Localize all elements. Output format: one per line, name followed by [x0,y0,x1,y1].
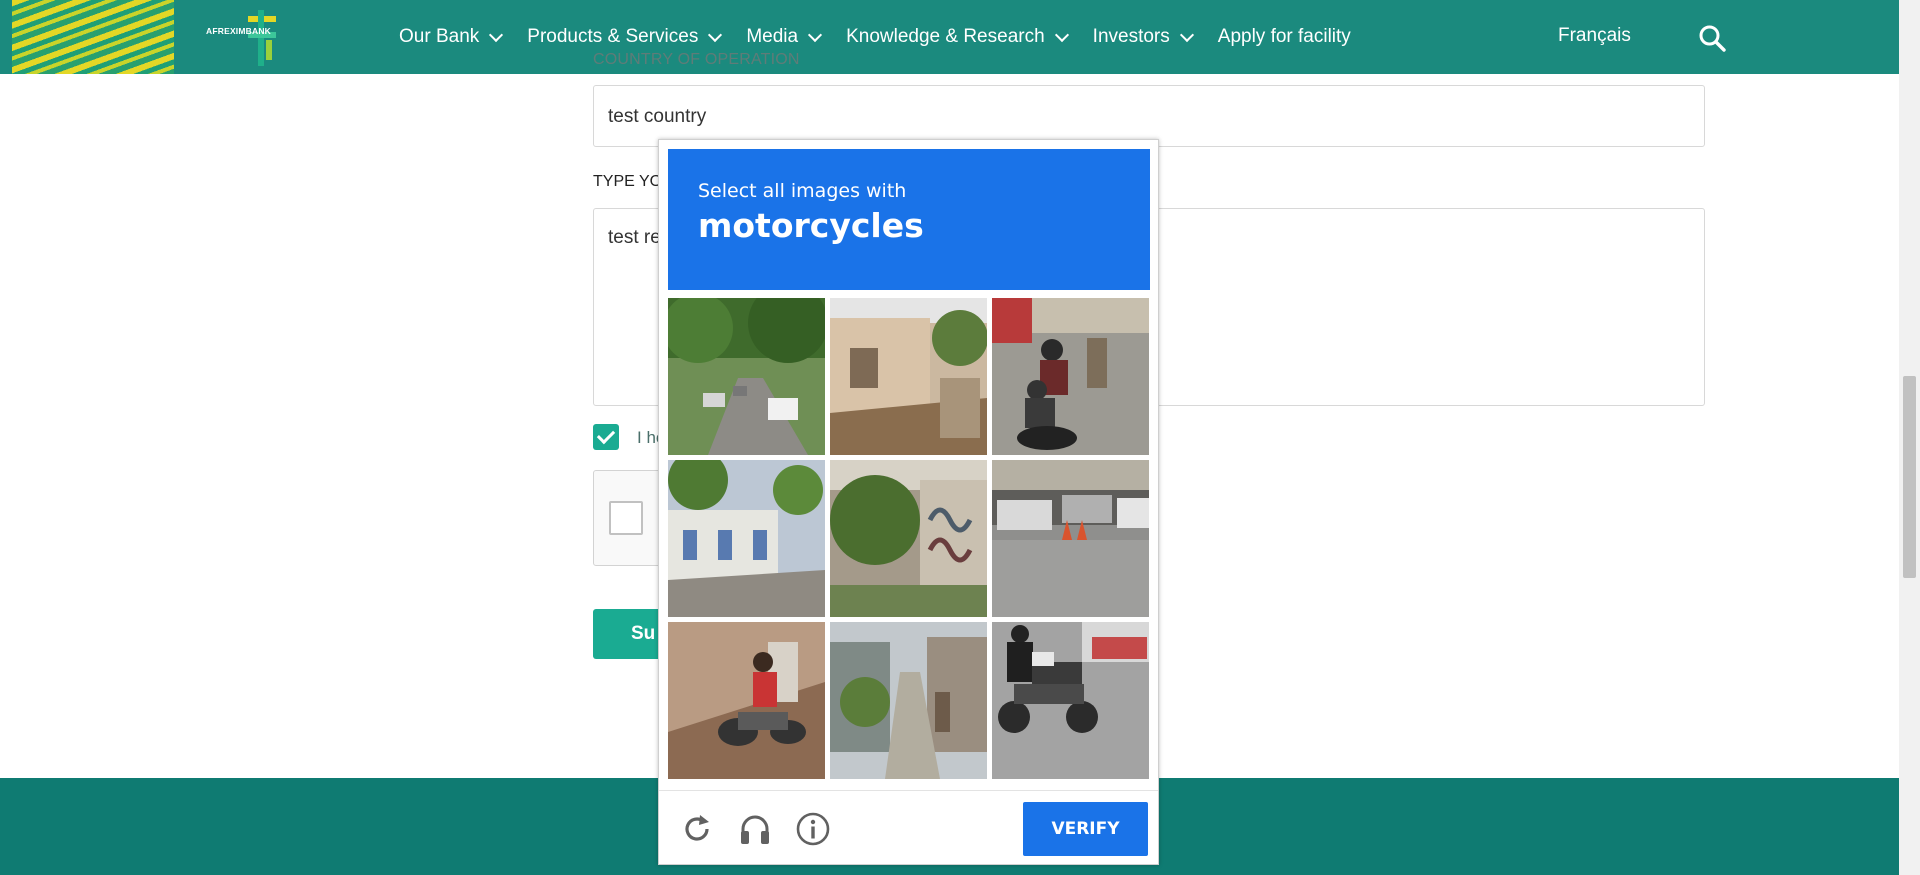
site-header: AFREXIMBANK Our Bank Products & Services… [0,0,1899,74]
nav-label: Knowledge & Research [846,26,1045,47]
agree-checkbox[interactable] [593,424,619,450]
captcha-tile-image [992,298,1149,455]
captcha-tile-image [668,622,825,779]
nav-apply-for-facility[interactable]: Apply for facility [1218,26,1351,48]
captcha-target-word: motorcycles [698,206,924,245]
logo-mark-icon [248,10,276,66]
captcha-instruction-text: Select all images with [698,180,907,202]
captcha-divider [659,790,1158,791]
captcha-tile-4[interactable] [668,460,825,617]
nav-media[interactable]: Media [746,26,823,48]
captcha-tile-9[interactable] [992,622,1149,779]
nav-label: Products & Services [527,26,699,47]
nav-label: Our Bank [399,26,480,47]
captcha-tile-2[interactable] [830,298,987,455]
reload-icon[interactable] [679,811,715,847]
scrollbar-thumb[interactable] [1903,376,1916,578]
verify-button[interactable]: VERIFY [1023,802,1148,856]
captcha-challenge: Select all images with motorcycles VERIF… [658,139,1159,865]
captcha-tile-image [668,298,825,455]
captcha-tile-image [992,622,1149,779]
captcha-tile-image [668,460,825,617]
captcha-tile-5[interactable] [830,460,987,617]
captcha-tile-3[interactable] [992,298,1149,455]
nav-knowledge-research[interactable]: Knowledge & Research [846,26,1069,48]
audio-challenge-icon[interactable] [737,811,773,847]
afreximbank-logo[interactable]: AFREXIMBANK [206,8,286,70]
chevron-down-icon [1054,27,1069,42]
nav-investors[interactable]: Investors [1092,26,1194,48]
captcha-tile-1[interactable] [668,298,825,455]
captcha-tile-7[interactable] [668,622,825,779]
chevron-down-icon [489,27,504,42]
country-input[interactable]: test country [593,85,1705,147]
captcha-instructions: Select all images with motorcycles [668,149,1150,290]
captcha-image-grid [668,298,1150,780]
nav-our-bank[interactable]: Our Bank [399,26,504,48]
nav-label: Media [746,26,799,47]
nav-label: Investors [1092,26,1170,47]
captcha-tile-image [830,460,987,617]
nav-products-services[interactable]: Products & Services [527,26,723,48]
captcha-tile-image [830,622,987,779]
info-icon[interactable] [795,811,831,847]
captcha-tile-image [830,298,987,455]
language-switch[interactable]: Français [1558,25,1631,47]
captcha-tile-image [992,460,1149,617]
captcha-tile-8[interactable] [830,622,987,779]
search-icon[interactable] [1698,24,1726,52]
message-label: TYPE YO [593,173,663,190]
chevron-down-icon [808,27,823,42]
logo-text: AFREXIMBANK [206,26,272,36]
country-label: COUNTRY OF OPERATION [593,51,800,68]
captcha-tile-6[interactable] [992,460,1149,617]
recaptcha-checkbox[interactable] [609,501,643,535]
nav-label: Apply for facility [1217,26,1351,47]
header-decorative-pattern [12,0,174,74]
chevron-down-icon [1179,27,1194,42]
chevron-down-icon [708,27,723,42]
main-nav: Our Bank Products & Services Media Knowl… [399,0,1377,74]
page-scrollbar[interactable] [1899,0,1920,875]
